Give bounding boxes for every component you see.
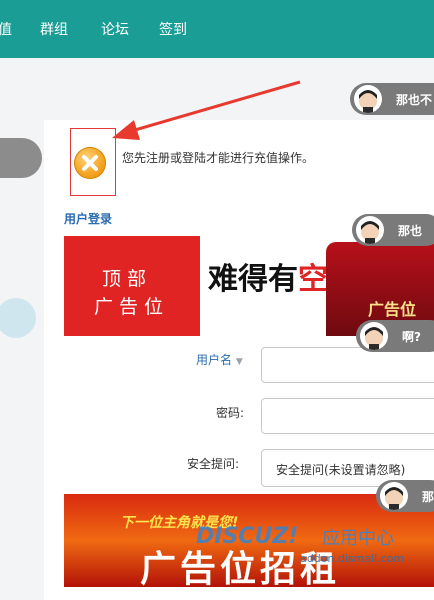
chevron-down-icon: ▼ (235, 357, 243, 367)
watermark-url: addon.dismall.com (300, 552, 405, 565)
banner-line2: 广告位 (94, 296, 170, 318)
username-label[interactable]: 用户名 ▼ (196, 351, 243, 368)
security-question-value: 安全提问(未设置请忽略) (276, 463, 406, 477)
banner-line1: 顶部 (102, 268, 153, 290)
danmaku-bubble: 那也不 (350, 83, 434, 115)
watermark-cn: 应用中心 (322, 528, 394, 549)
danmaku-bubble: 那也 (352, 214, 434, 246)
bubble-text: 啊? (402, 330, 421, 344)
danmaku-bubble: 啊? (356, 320, 434, 352)
avatar-icon (360, 322, 388, 350)
banner-headline: 难得有空 (208, 254, 328, 298)
banner-headline-a: 难得有 (208, 262, 298, 297)
login-title: 用户登录 (64, 212, 113, 226)
avatar-icon (354, 85, 382, 113)
avatar-icon (356, 216, 384, 244)
username-label-text: 用户名 (196, 353, 233, 367)
password-input[interactable] (261, 398, 434, 434)
bubble-text: 那也 (398, 224, 423, 238)
bottom-ad-banner[interactable]: 下一位主角就是您! 广告位招租 DISCUZ! 应用中心 addon.disma… (64, 494, 434, 587)
username-input[interactable] (261, 347, 434, 383)
security-question-label: 安全提问: (187, 457, 240, 471)
danmaku-bubble: 那 (376, 480, 434, 512)
banner-headline-b: 空 (298, 262, 328, 297)
watermark-brand: DISCUZ! (196, 524, 299, 549)
banner-right-label: 广告位 (368, 300, 417, 319)
bubble-text: 那 (422, 490, 434, 504)
bubble-text: 那也不 (396, 93, 433, 107)
password-label: 密码: (216, 406, 245, 420)
avatar-icon (380, 482, 408, 510)
